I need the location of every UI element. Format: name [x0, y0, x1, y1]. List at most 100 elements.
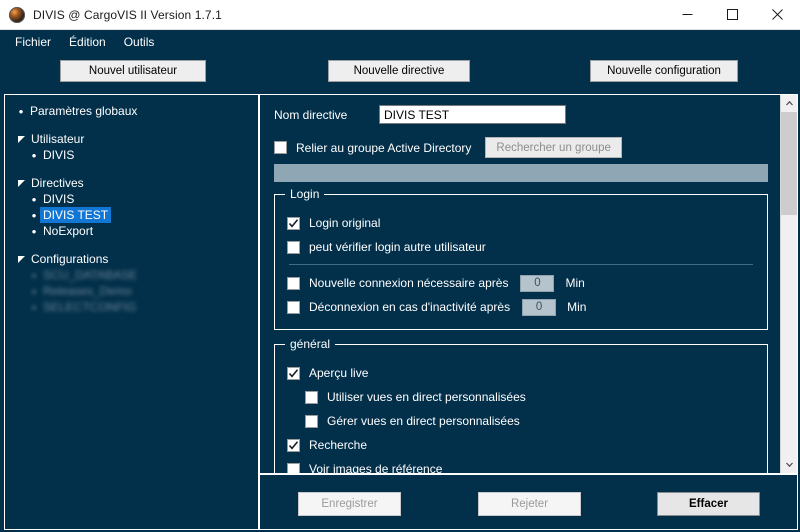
- tree-item-scu-database[interactable]: • SCU_DATABASE: [5, 267, 258, 283]
- close-icon[interactable]: [755, 0, 800, 30]
- new-configuration-button[interactable]: Nouvelle configuration: [590, 60, 738, 82]
- tree-item-utilisateur[interactable]: Utilisateur: [5, 131, 258, 147]
- scrollbar-thumb[interactable]: [781, 112, 797, 216]
- directive-name-label: Nom directive: [274, 107, 348, 122]
- tree-item-noexport[interactable]: • NoExport: [5, 223, 258, 239]
- general-row[interactable]: Gérer vues en direct personnalisées: [287, 409, 755, 433]
- login-checkbox[interactable]: [287, 300, 300, 314]
- tree-item-divis-test[interactable]: • DIVIS TEST: [5, 207, 258, 223]
- title-bar: DIVIS @ CargoVIS II Version 1.7.1: [0, 0, 800, 30]
- save-button[interactable]: Enregistrer: [298, 492, 401, 516]
- expander-open-icon[interactable]: [15, 255, 28, 264]
- new-user-button[interactable]: Nouvel utilisateur: [60, 60, 206, 82]
- chevron-up-icon[interactable]: [781, 95, 797, 112]
- tree-bullet-icon: •: [31, 299, 37, 315]
- expander-open-icon[interactable]: [15, 179, 28, 188]
- body-split: • Paramètres globaux Utilisateur • DIVIS Dire…: [0, 90, 800, 532]
- tree-bullet-icon: •: [18, 103, 24, 119]
- tree-item-label: DIVIS: [43, 148, 75, 162]
- minimize-icon[interactable]: [665, 0, 710, 30]
- login-checkbox[interactable]: [287, 276, 300, 290]
- tree-item-selectconfig[interactable]: • SELECTCONFIG: [5, 299, 258, 315]
- general-row[interactable]: Aperçu live: [287, 361, 755, 385]
- sidebar-tree-panel: • Paramètres globaux Utilisateur • DIVIS Dire…: [4, 94, 258, 530]
- login-checkbox-label: Nouvelle connexion nécessaire après: [309, 276, 509, 290]
- general-checkbox-label: Voir images de référence: [309, 462, 443, 473]
- menu-bar: Fichier Édition Outils: [0, 30, 800, 54]
- tree-bullet-icon: •: [31, 267, 37, 283]
- new-directive-button[interactable]: Nouvelle directive: [328, 60, 470, 82]
- directive-name-input[interactable]: DIVIS TEST: [379, 105, 566, 124]
- login-checkbox[interactable]: [287, 240, 300, 254]
- ad-link-label: Relier au groupe Active Directory: [296, 140, 472, 155]
- tree-item-label: SCU_DATABASE: [43, 268, 138, 282]
- menu-item-fichier[interactable]: Fichier: [6, 32, 60, 52]
- vertical-scrollbar[interactable]: [780, 95, 797, 473]
- tree-item-label: Utilisateur: [31, 132, 85, 146]
- menu-item-outils[interactable]: Outils: [115, 32, 164, 52]
- general-checkbox-label: Gérer vues en direct personnalisées: [327, 414, 520, 428]
- tree-item-divis[interactable]: • DIVIS: [5, 147, 258, 163]
- active-directory-row: Relier au groupe Active Directory Recher…: [274, 137, 768, 158]
- general-row[interactable]: Voir images de référence: [287, 457, 755, 473]
- tree-item-configurations[interactable]: Configurations: [5, 251, 258, 267]
- tree-item-label: Directives: [31, 176, 84, 190]
- login-row[interactable]: peut vérifier login autre utilisateur: [287, 235, 755, 259]
- tree-item-divis[interactable]: • DIVIS: [5, 191, 258, 207]
- tree-item-releases-demo[interactable]: • Releases_Demo: [5, 283, 258, 299]
- app-sphere-icon: [9, 6, 25, 23]
- tree-item-label: Configurations: [31, 252, 109, 266]
- ad-link-checkbox[interactable]: [274, 141, 287, 154]
- search-group-button[interactable]: Rechercher un groupe: [485, 137, 622, 158]
- clear-button[interactable]: Effacer: [657, 492, 760, 516]
- tree-bullet-icon: •: [31, 207, 37, 223]
- general-checkbox-label: Recherche: [309, 438, 368, 452]
- minutes-input[interactable]: 0: [522, 298, 557, 316]
- login-checkbox-label: Login original: [309, 216, 381, 230]
- login-rows: Login original peut vérifier login autre …: [287, 211, 755, 319]
- tree-bullet-icon: •: [31, 283, 37, 299]
- login-group-box: Login Login original peut vérifier login …: [274, 187, 768, 330]
- general-checkbox[interactable]: [287, 438, 300, 452]
- tree-item-param-tres-globaux[interactable]: • Paramètres globaux: [5, 103, 258, 119]
- tree-bullet-icon: •: [31, 223, 37, 239]
- general-checkbox[interactable]: [287, 462, 300, 473]
- login-separator: [289, 264, 753, 265]
- tree-item-directives[interactable]: Directives: [5, 175, 258, 191]
- expander-open-icon[interactable]: [15, 135, 28, 144]
- general-row[interactable]: Utiliser vues en direct personnalisées: [287, 385, 755, 409]
- login-row[interactable]: Nouvelle connexion nécessaire après 0 Min: [287, 271, 755, 295]
- tree-item-label: DIVIS: [43, 192, 75, 206]
- chevron-down-icon[interactable]: [781, 456, 797, 473]
- navigation-tree[interactable]: • Paramètres globaux Utilisateur • DIVIS Dire…: [5, 95, 258, 315]
- window-title: DIVIS @ CargoVIS II Version 1.7.1: [33, 7, 222, 22]
- tree-item-label: Paramètres globaux: [30, 104, 138, 118]
- general-checkbox[interactable]: [287, 366, 300, 380]
- ad-group-input[interactable]: [274, 164, 768, 182]
- window-controls: [665, 0, 800, 30]
- login-checkbox[interactable]: [287, 216, 300, 230]
- maximize-icon[interactable]: [710, 0, 755, 30]
- scroll-host: Nom directive DIVIS TEST Relier au group…: [260, 95, 797, 473]
- login-row[interactable]: Login original: [287, 211, 755, 235]
- general-checkbox[interactable]: [305, 390, 318, 404]
- login-group-title: Login: [285, 187, 325, 201]
- toolbar: Nouvel utilisateur Nouvelle directive No…: [0, 54, 800, 90]
- tree-bullet-icon: •: [31, 191, 37, 207]
- menu-item-edition[interactable]: Édition: [60, 32, 115, 52]
- tree-bullet-icon: •: [31, 147, 37, 163]
- general-row[interactable]: Recherche: [287, 433, 755, 457]
- reject-button[interactable]: Rejeter: [478, 492, 581, 516]
- minutes-input[interactable]: 0: [520, 274, 555, 292]
- tree-item-label: DIVIS TEST: [40, 207, 112, 223]
- login-checkbox-label: Déconnexion en cas d'inactivité après: [309, 300, 511, 314]
- scrollbar-track[interactable]: [781, 112, 797, 456]
- minutes-unit-label: Min: [565, 276, 585, 290]
- minutes-unit-label: Min: [567, 300, 587, 314]
- tree-item-label: Releases_Demo: [43, 284, 132, 298]
- general-checkbox[interactable]: [305, 414, 318, 428]
- action-footer: Enregistrer Rejeter Effacer: [260, 473, 797, 529]
- login-row[interactable]: Déconnexion en cas d'inactivité après 0 Mi…: [287, 295, 755, 319]
- directive-name-row: Nom directive DIVIS TEST: [274, 105, 768, 124]
- form-content: Nom directive DIVIS TEST Relier au group…: [260, 95, 780, 473]
